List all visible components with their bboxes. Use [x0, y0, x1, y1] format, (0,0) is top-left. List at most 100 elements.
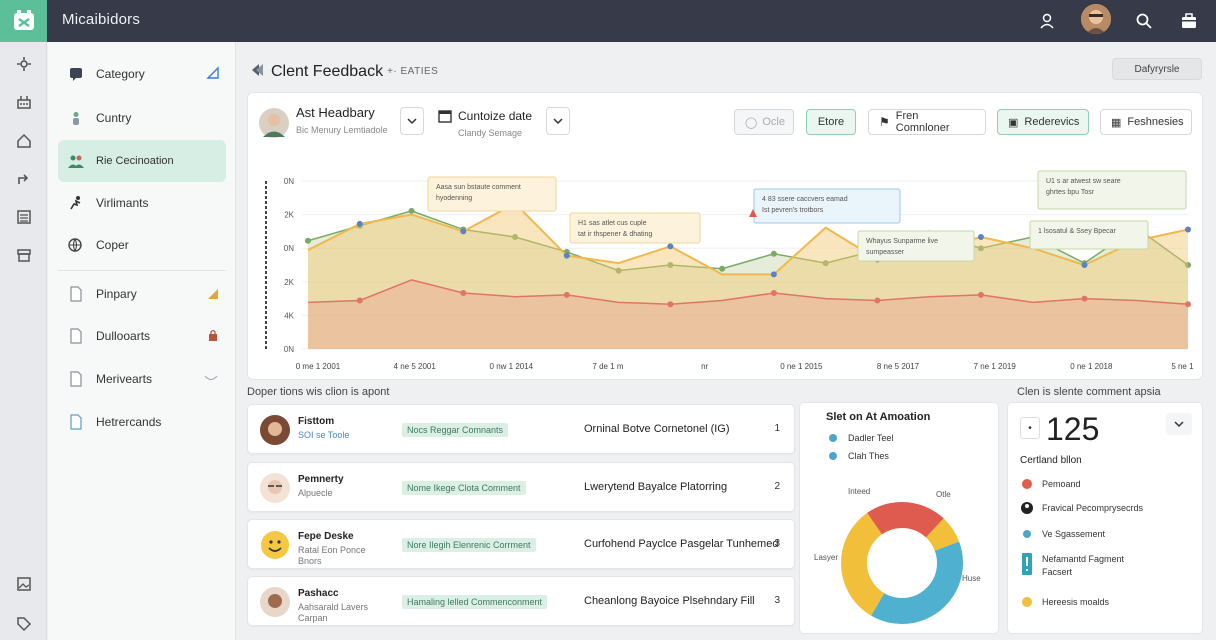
stat-value: 125: [1046, 411, 1100, 447]
image-icon[interactable]: [14, 574, 34, 594]
filter-button-label: Feshnesies: [1127, 116, 1184, 128]
sidebar-item-label: Category: [96, 67, 145, 81]
data-point: [1185, 226, 1191, 233]
chart-panel: Ast Headbary Bic Menury Lemtiadole Cunto…: [247, 92, 1203, 380]
list-item[interactable]: Pemnerty Alpuecle Nome Ikege Clota Comme…: [247, 462, 795, 512]
sidebar-item-hetrercands[interactable]: Hetrercands: [58, 402, 226, 442]
y-tick-label: 0N: [284, 345, 294, 354]
item-description: Curfohend Payclce Pasgelar Tunhemed: [584, 538, 779, 550]
stat-item-label: Nefamantd Fagment Facsert: [1042, 554, 1125, 577]
main-content: Clent Feedback +· EATIES Dafyryrsle Ast …: [237, 42, 1216, 640]
app-logo[interactable]: [0, 0, 47, 42]
grid-icon: ▦: [1111, 116, 1122, 129]
item-description: Lwerytend Bayalce Platorring: [584, 481, 728, 493]
sidebar-item-dullooarts[interactable]: Dullooarts: [58, 316, 226, 356]
sidebar-item-label: Virlimants: [96, 196, 149, 210]
data-point: [563, 291, 570, 298]
list-item[interactable]: Fepe Deske Ratal Eon Ponce Bnors Nore Il…: [247, 519, 795, 569]
data-point: [667, 243, 674, 250]
sidebar-item-label: Dullooarts: [96, 329, 151, 343]
back-icon[interactable]: [249, 62, 265, 81]
sidebar-item-label: Coper: [96, 238, 129, 252]
page-header: Clent Feedback +· EATIES: [249, 62, 438, 81]
y-tick-label: 2K: [284, 278, 294, 287]
donut-legend-item: Dadler Teel: [826, 431, 893, 445]
tag-icon[interactable]: [14, 614, 34, 634]
profile-avatar[interactable]: [1081, 4, 1111, 34]
search-icon[interactable]: [1131, 8, 1157, 34]
chart-annotation-box: [569, 212, 701, 244]
item-name: Fisttom: [298, 416, 335, 427]
donut-label: Otle: [936, 490, 951, 499]
x-tick-label: 7 ne 1 2019: [974, 362, 1017, 371]
sidebar-item-virlimants[interactable]: Virlimants: [58, 183, 226, 223]
y-tick-label: 4K: [284, 311, 294, 320]
user-selector[interactable]: Ast Headbary Bic Menury Lemtiadole: [258, 105, 388, 141]
chart-annotation-text: 1 lsosatul & Ssey Bpecar: [1038, 228, 1116, 235]
dot-icon[interactable]: •: [1020, 417, 1040, 439]
sidebar-item-pinpary[interactable]: Pinpary: [58, 274, 226, 314]
list-icon[interactable]: [14, 207, 34, 227]
sidebar-item-category[interactable]: Category: [58, 54, 226, 94]
sidebar-item-coper[interactable]: Coper: [58, 225, 226, 265]
donut-title: Slet on At Amoation: [826, 411, 931, 423]
settings-icon[interactable]: [14, 54, 34, 74]
building-icon[interactable]: [14, 92, 34, 112]
sidebar-item-merivearts[interactable]: Merivearts: [58, 359, 226, 399]
filter-button-fren-comnloner[interactable]: ⚑ Fren Comnloner: [868, 109, 986, 135]
home-icon[interactable]: [14, 131, 34, 151]
data-point: [356, 220, 363, 227]
user-subtitle: Bic Menury Lemtiadole: [296, 125, 388, 135]
user-dropdown-button[interactable]: [400, 107, 424, 135]
filter-button-etore[interactable]: Etore: [806, 109, 856, 135]
date-subtitle: Clandy Semage: [458, 128, 523, 138]
briefcase-icon[interactable]: [1176, 8, 1202, 34]
data-point: [1081, 295, 1088, 302]
sidebar-divider: [58, 270, 226, 271]
stat-item-label: Hereesis moalds: [1042, 597, 1110, 607]
logo-icon: [13, 10, 34, 30]
app-title: Micaibidors: [62, 11, 141, 28]
page-subtitle: +· EATIES: [387, 66, 439, 77]
chevron-down-icon: [1174, 421, 1184, 428]
item-count: 3: [774, 595, 780, 606]
list-item[interactable]: Pashacc Aahsarald Lavers Carpan Hamaling…: [247, 576, 795, 626]
filter-button-label: Etore: [817, 116, 845, 128]
item-count: 2: [774, 481, 780, 492]
data-point: [460, 290, 467, 296]
data-point: [874, 297, 881, 304]
header-action-button[interactable]: Dafyryrsle: [1112, 58, 1202, 80]
share-icon[interactable]: [14, 169, 34, 189]
data-point: [563, 252, 570, 259]
sidebar-item-label: Rie Cecinoation: [96, 155, 174, 167]
chart-annotation-text: Aasa sun bstaute comment: [436, 184, 521, 191]
chart-annotation-text: tat ir thspener & dhating: [578, 231, 652, 238]
avatar: [260, 415, 290, 445]
list-item[interactable]: Fisttom SOI se Toole Nocs Reggar Comnant…: [247, 404, 795, 454]
sidebar-item-rie-cecinoation[interactable]: Rie Cecinoation: [58, 140, 226, 182]
donut-card: Slet on At Amoation Dadler Teel Clah The…: [799, 402, 999, 634]
data-point: [667, 301, 674, 308]
data-point: [1081, 262, 1088, 268]
filter-button-rederevics[interactable]: ▣ Rederevics: [997, 109, 1089, 135]
doc-icon: [66, 284, 86, 304]
filter-button-ocle[interactable]: ◯ Ocle: [734, 109, 794, 135]
item-description: Cheanlong Bayoice Plsehndary Fill: [584, 595, 755, 607]
user-icon[interactable]: [1034, 8, 1060, 34]
filter-button-feshnesies[interactable]: ▦ Feshnesies: [1100, 109, 1192, 135]
y-tick-label: 0N: [284, 177, 294, 186]
collapse-icon[interactable]: [206, 66, 220, 83]
avatar: [260, 587, 290, 617]
avatar: [260, 473, 290, 503]
item-subtitle: Aahsarald Lavers Carpan: [298, 602, 369, 623]
stat-dropdown-button[interactable]: [1166, 413, 1192, 435]
chart-annotation-text: U1 s ar atwest sw seare: [1046, 178, 1121, 185]
date-dropdown-button[interactable]: [546, 107, 570, 135]
x-tick-label: nr: [701, 362, 708, 371]
feedback-area-chart: 0N2K0N2K4K0N0 me 1 2001 4 ne 5 2001 0 nw 1…: [265, 170, 1194, 371]
date-selector[interactable]: Cuntoize date Clandy Semage: [438, 109, 532, 138]
x-tick-label: 0 nw 1 2014: [490, 362, 534, 371]
item-tag: Nocs Reggar Comnants: [402, 423, 509, 437]
archive-icon[interactable]: [14, 245, 34, 265]
sidebar-item-cuntry[interactable]: Cuntry: [58, 98, 226, 138]
